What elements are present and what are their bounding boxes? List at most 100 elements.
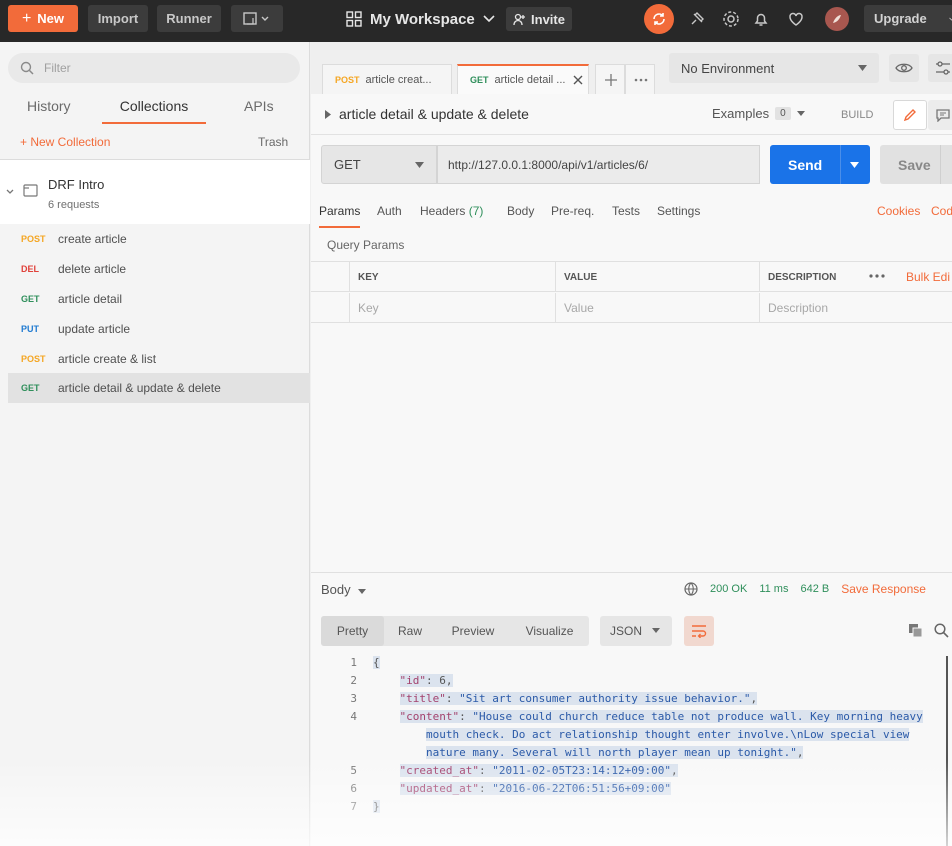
close-icon[interactable]	[573, 75, 583, 85]
code-line: nature many. Several will north player m…	[373, 746, 804, 759]
sidebar-tabs: History Collections APIs	[0, 98, 310, 126]
workspace-switcher[interactable]: My Workspace	[346, 8, 495, 30]
key-input[interactable]: Key	[349, 293, 555, 323]
save-button[interactable]: Save	[880, 145, 952, 184]
runner-button[interactable]: Runner	[157, 5, 221, 32]
list-item[interactable]: POST article create & list	[8, 344, 310, 374]
save-label: Save	[898, 156, 931, 173]
code-line: "updated_at": "2016-06-22T06:51:56+09:00…	[373, 782, 672, 795]
tab-preview[interactable]: Preview	[436, 616, 510, 646]
heart-icon[interactable]	[785, 8, 807, 30]
tab-params[interactable]: Params	[319, 204, 361, 228]
bell-icon[interactable]	[750, 8, 772, 30]
code-token: :	[459, 710, 473, 723]
list-item[interactable]: POST create article	[8, 224, 310, 254]
code-token: "2016-06-22T06:51:56+09:00"	[492, 782, 672, 795]
list-item[interactable]: GET article detail & update & delete	[8, 373, 310, 403]
new-collection-button[interactable]: + New Collection	[20, 135, 110, 149]
avatar[interactable]	[825, 7, 849, 31]
view-tabs: Pretty Raw Preview Visualize	[321, 616, 589, 646]
code-token: : 6,	[426, 674, 453, 687]
caret-down-icon	[358, 589, 367, 594]
more-tabs-button[interactable]	[625, 64, 655, 94]
send-button[interactable]: Send	[770, 145, 870, 184]
tab-headers[interactable]: Headers (7)	[420, 204, 483, 218]
response-status: 200 OK 11 ms 642 B Save Response	[684, 582, 926, 596]
url-input[interactable]: http://127.0.0.1:8000/api/v1/articles/6/	[437, 145, 760, 184]
response-size: 642 B	[800, 583, 830, 595]
method-badge: POST	[21, 354, 46, 364]
request-name: create article	[58, 232, 127, 246]
request-title[interactable]: article detail & update & delete	[325, 106, 529, 122]
list-item[interactable]: PUT update article	[8, 314, 310, 344]
save-response-button[interactable]: Save Response	[841, 582, 926, 596]
code-token: "title"	[399, 692, 446, 705]
divider	[840, 145, 841, 184]
response-body-dropdown[interactable]: Body	[321, 582, 367, 597]
tab-auth[interactable]: Auth	[377, 204, 402, 218]
tab-visualize[interactable]: Visualize	[510, 616, 589, 646]
comment-icon[interactable]	[928, 100, 952, 130]
method-label: GET	[334, 157, 361, 172]
tab-pre-request[interactable]: Pre-req.	[551, 204, 594, 218]
bulk-edit-link[interactable]: Bulk Edi	[906, 270, 950, 284]
code-token: {	[373, 656, 380, 669]
cookies-link[interactable]: Cookies	[877, 204, 920, 218]
tab-history[interactable]: History	[27, 98, 71, 124]
scrollbar[interactable]	[946, 656, 948, 846]
code-token: ,	[750, 692, 758, 705]
collection-item[interactable]: DRF Intro 6 requests	[0, 160, 310, 224]
tab-settings[interactable]: Settings	[657, 204, 700, 218]
tab-raw[interactable]: Raw	[384, 616, 436, 646]
plus-icon: +	[21, 9, 32, 27]
invite-button[interactable]: Invite	[506, 7, 572, 31]
code-line: "title": "Sit art consumer authority iss…	[373, 692, 758, 705]
satellite-icon[interactable]	[686, 8, 708, 30]
trash-button[interactable]: Trash	[258, 135, 288, 149]
sync-icon[interactable]	[644, 4, 674, 34]
import-button[interactable]: Import	[88, 5, 148, 32]
tab-pretty[interactable]: Pretty	[321, 616, 384, 646]
examples-dropdown[interactable]: Examples 0	[712, 106, 805, 121]
add-tab-button[interactable]	[595, 64, 625, 94]
format-select[interactable]: JSON	[600, 616, 672, 646]
description-input[interactable]: Description	[759, 293, 952, 323]
globe-icon[interactable]	[684, 582, 698, 596]
pencil-icon[interactable]	[893, 100, 927, 130]
sliders-icon[interactable]	[928, 54, 952, 82]
tab-tests[interactable]: Tests	[612, 204, 640, 218]
method-select[interactable]: GET	[321, 145, 437, 184]
upgrade-button[interactable]: Upgrade	[864, 5, 952, 32]
wrap-lines-button[interactable]	[684, 616, 714, 646]
body-label: Body	[321, 582, 351, 597]
tab-apis[interactable]: APIs	[244, 98, 274, 124]
new-button[interactable]: + New	[8, 5, 78, 32]
folder-icon	[23, 184, 38, 197]
grid-icon	[346, 11, 362, 27]
list-item[interactable]: GET article detail	[8, 284, 310, 314]
tab-body[interactable]: Body	[507, 204, 534, 218]
environment-select[interactable]: No Environment	[669, 53, 879, 83]
list-item[interactable]: DEL delete article	[8, 254, 310, 284]
request-tab[interactable]: POST article creat...	[322, 64, 452, 94]
new-window-button[interactable]	[231, 5, 283, 32]
value-input[interactable]: Value	[555, 293, 759, 323]
caret-down-icon[interactable]	[850, 162, 859, 168]
more-icon[interactable]	[869, 274, 885, 278]
search-icon[interactable]	[934, 623, 949, 638]
filter-input[interactable]: Filter	[8, 53, 300, 83]
code-token: "id"	[399, 674, 426, 687]
code-token: "Sit art consumer authority issue behavi…	[459, 692, 751, 705]
code-link[interactable]: Cod	[931, 204, 952, 218]
copy-icon[interactable]	[908, 623, 923, 638]
settings-icon[interactable]	[720, 8, 742, 30]
request-name: delete article	[58, 262, 127, 276]
tab-method: GET	[470, 75, 489, 85]
eye-icon[interactable]	[889, 54, 919, 82]
tab-collections[interactable]: Collections	[102, 98, 206, 124]
request-tab-bar: POST article creat... GET article detail…	[311, 42, 952, 94]
request-tab-active[interactable]: GET article detail ...	[457, 64, 589, 94]
